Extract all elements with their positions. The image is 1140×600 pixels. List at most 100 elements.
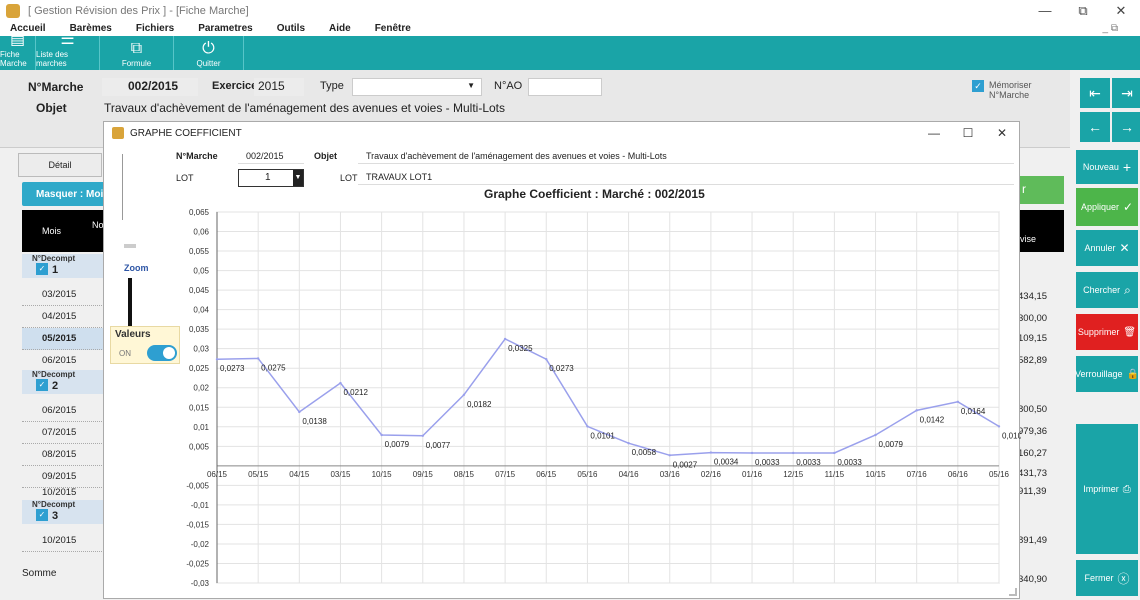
quitter-button[interactable]: ⏻ Quitter <box>174 36 244 70</box>
cell-value: 582,89 <box>1018 355 1048 366</box>
nao-field[interactable] <box>528 78 602 96</box>
first-record-button[interactable]: ⇤ <box>1080 78 1110 108</box>
green-action-button[interactable]: r <box>1018 176 1064 204</box>
nouveau-button[interactable]: Nouveau + <box>1076 150 1138 184</box>
y-tick-label: 0,035 <box>189 325 210 334</box>
x-tick-label: 08/15 <box>454 470 475 479</box>
group-checkbox[interactable]: ✓ <box>36 379 48 391</box>
cell-value: 911,39 <box>1018 486 1047 497</box>
data-label: 0,0033 <box>837 458 862 467</box>
dialog-titlebar: GRAPHE COEFFICIENT — ☐ ✕ <box>104 122 1019 144</box>
dlg-lot2-field[interactable]: TRAVAUX LOT1 <box>358 169 1014 185</box>
dialog-app-icon <box>112 127 124 139</box>
somme-label: Somme <box>22 568 57 579</box>
memoriser-label: Mémoriser N°Marche <box>989 80 1032 100</box>
appliquer-button[interactable]: Appliquer ✓ <box>1076 188 1138 226</box>
dlg-lot2-value: TRAVAUX LOT1 <box>366 172 433 182</box>
resize-grip[interactable] <box>1009 588 1017 596</box>
dialog-minimize-button[interactable]: — <box>917 122 951 144</box>
y-tick-label: 0,01 <box>193 423 209 432</box>
menu-outils[interactable]: Outils <box>267 22 305 36</box>
col-revise: vise <box>1020 234 1037 244</box>
dlg-objet-field[interactable]: Travaux d'achèvement de l'aménagement de… <box>358 148 1014 164</box>
last-icon: ⇥ <box>1121 84 1133 101</box>
nmarche-label: N°Marche <box>28 80 84 94</box>
chart-title: Graphe Coefficient : Marché : 002/2015 <box>484 187 705 201</box>
verrouillage-button[interactable]: Verrouillage 🔒 <box>1075 356 1139 392</box>
type-select[interactable]: ▼ <box>352 78 482 96</box>
col-mois: Mois <box>42 226 62 236</box>
table-row[interactable]: 08/2015 <box>22 444 106 466</box>
data-point <box>256 357 260 360</box>
table-row[interactable]: 07/2015 <box>22 422 106 444</box>
group-row-1[interactable]: N°Decompt ✓ 1 <box>22 254 106 278</box>
masquer-button[interactable]: Masquer : Moi <box>22 182 106 206</box>
fermer-button[interactable]: Fermer ⓧ <box>1076 560 1138 596</box>
x-tick-label: 07/15 <box>495 470 516 479</box>
supprimer-button[interactable]: Supprimer 🗑 <box>1076 314 1138 350</box>
group-row-3[interactable]: N°Decompt ✓ 3 <box>22 500 106 524</box>
data-point <box>339 381 342 385</box>
x-tick-label: 03/16 <box>660 470 681 479</box>
menu-parametres[interactable]: Parametres <box>188 22 252 36</box>
nmarche-value: 002/2015 <box>128 79 179 93</box>
table-row[interactable]: 05/2015 <box>22 328 106 350</box>
x-tick-label: 01/16 <box>742 470 763 479</box>
menu-fenetre[interactable]: Fenêtre <box>365 22 411 36</box>
last-record-button[interactable]: ⇥ <box>1112 78 1140 108</box>
cell-value: 109,15 <box>1018 333 1048 344</box>
liste-marches-button[interactable]: ☰ Liste des marches <box>36 31 100 70</box>
data-label: 0,0182 <box>467 400 492 409</box>
group-row-2[interactable]: N°Decompt ✓ 2 <box>22 370 106 394</box>
annuler-button[interactable]: Annuler ✕ <box>1076 230 1138 266</box>
y-tick-label: 0,04 <box>193 306 209 315</box>
exercice-field[interactable]: 2015 <box>254 78 304 96</box>
next-record-button[interactable]: → <box>1112 112 1140 142</box>
lot-select[interactable]: 1 ▼ <box>238 169 304 187</box>
table-row[interactable]: 10/2015 <box>22 530 106 552</box>
formule-button[interactable]: ⧉ Formule <box>100 36 174 70</box>
prev-record-button[interactable]: ← <box>1080 112 1110 142</box>
action-sidebar: ⇤ ⇥ ← → Nouveau + Appliquer ✓ Annuler ✕ Che… <box>1070 70 1140 599</box>
fiche-marche-button[interactable]: ▤ Fiche Marche <box>0 31 36 70</box>
y-tick-label: 0,05 <box>193 267 209 276</box>
green-button-label: r <box>1022 182 1026 196</box>
dialog-close-button[interactable]: ✕ <box>985 122 1019 144</box>
group-checkbox[interactable]: ✓ <box>36 263 48 275</box>
close-circle-icon: ⓧ <box>1117 571 1130 586</box>
group-label: N°Decompt <box>32 500 76 509</box>
mdi-controls[interactable]: _ ⧉ <box>1093 22 1118 36</box>
group-checkbox[interactable]: ✓ <box>36 509 48 521</box>
chercher-button[interactable]: Chercher ⌕ <box>1076 272 1138 308</box>
table-row[interactable]: 04/2015 <box>22 306 106 328</box>
chercher-label: Chercher <box>1083 285 1121 295</box>
imprimer-button[interactable]: Imprimer ⎙ <box>1076 424 1138 554</box>
table-row[interactable]: 06/2015 <box>22 350 106 372</box>
restore-button[interactable]: ⧉ <box>1064 0 1102 22</box>
tab-detail[interactable]: Détail <box>18 153 102 177</box>
nmarche-field[interactable]: 002/2015 <box>102 78 198 96</box>
y-tick-label: 0,045 <box>189 286 210 295</box>
data-label: 0,0033 <box>755 458 780 467</box>
y-tick-label: 0,005 <box>189 442 210 451</box>
dlg-nmarche-field[interactable]: 002/2015 <box>238 148 304 164</box>
dialog-maximize-button[interactable]: ☐ <box>951 122 985 144</box>
dlg-objet-value: Travaux d'achèvement de l'aménagement de… <box>366 151 667 161</box>
cell-value: 434,15 <box>1018 291 1048 302</box>
memoriser-checkbox[interactable]: ✓ <box>972 80 984 92</box>
data-point <box>915 409 918 412</box>
menu-aide[interactable]: Aide <box>319 22 351 36</box>
close-button[interactable]: ✕ <box>1102 0 1140 22</box>
x-tick-label: 05/16 <box>577 470 598 479</box>
liste-marches-label: Liste des marches <box>36 50 69 68</box>
x-tick-label: 06/15 <box>207 470 228 479</box>
menu-fichiers[interactable]: Fichiers <box>126 22 174 36</box>
y-tick-label: -0,01 <box>191 501 210 510</box>
minimize-button[interactable]: — <box>1026 0 1064 22</box>
y-tick-label: -0,03 <box>191 579 210 588</box>
table-row[interactable]: 06/2015 <box>22 400 106 422</box>
coefficient-chart: 0,065 0,06 0,055 0,05 0,045 0,04 0,035 0,03 0,02… <box>186 208 1021 588</box>
table-row[interactable]: 03/2015 <box>22 284 106 306</box>
data-point <box>380 433 383 437</box>
data-point <box>421 434 424 437</box>
